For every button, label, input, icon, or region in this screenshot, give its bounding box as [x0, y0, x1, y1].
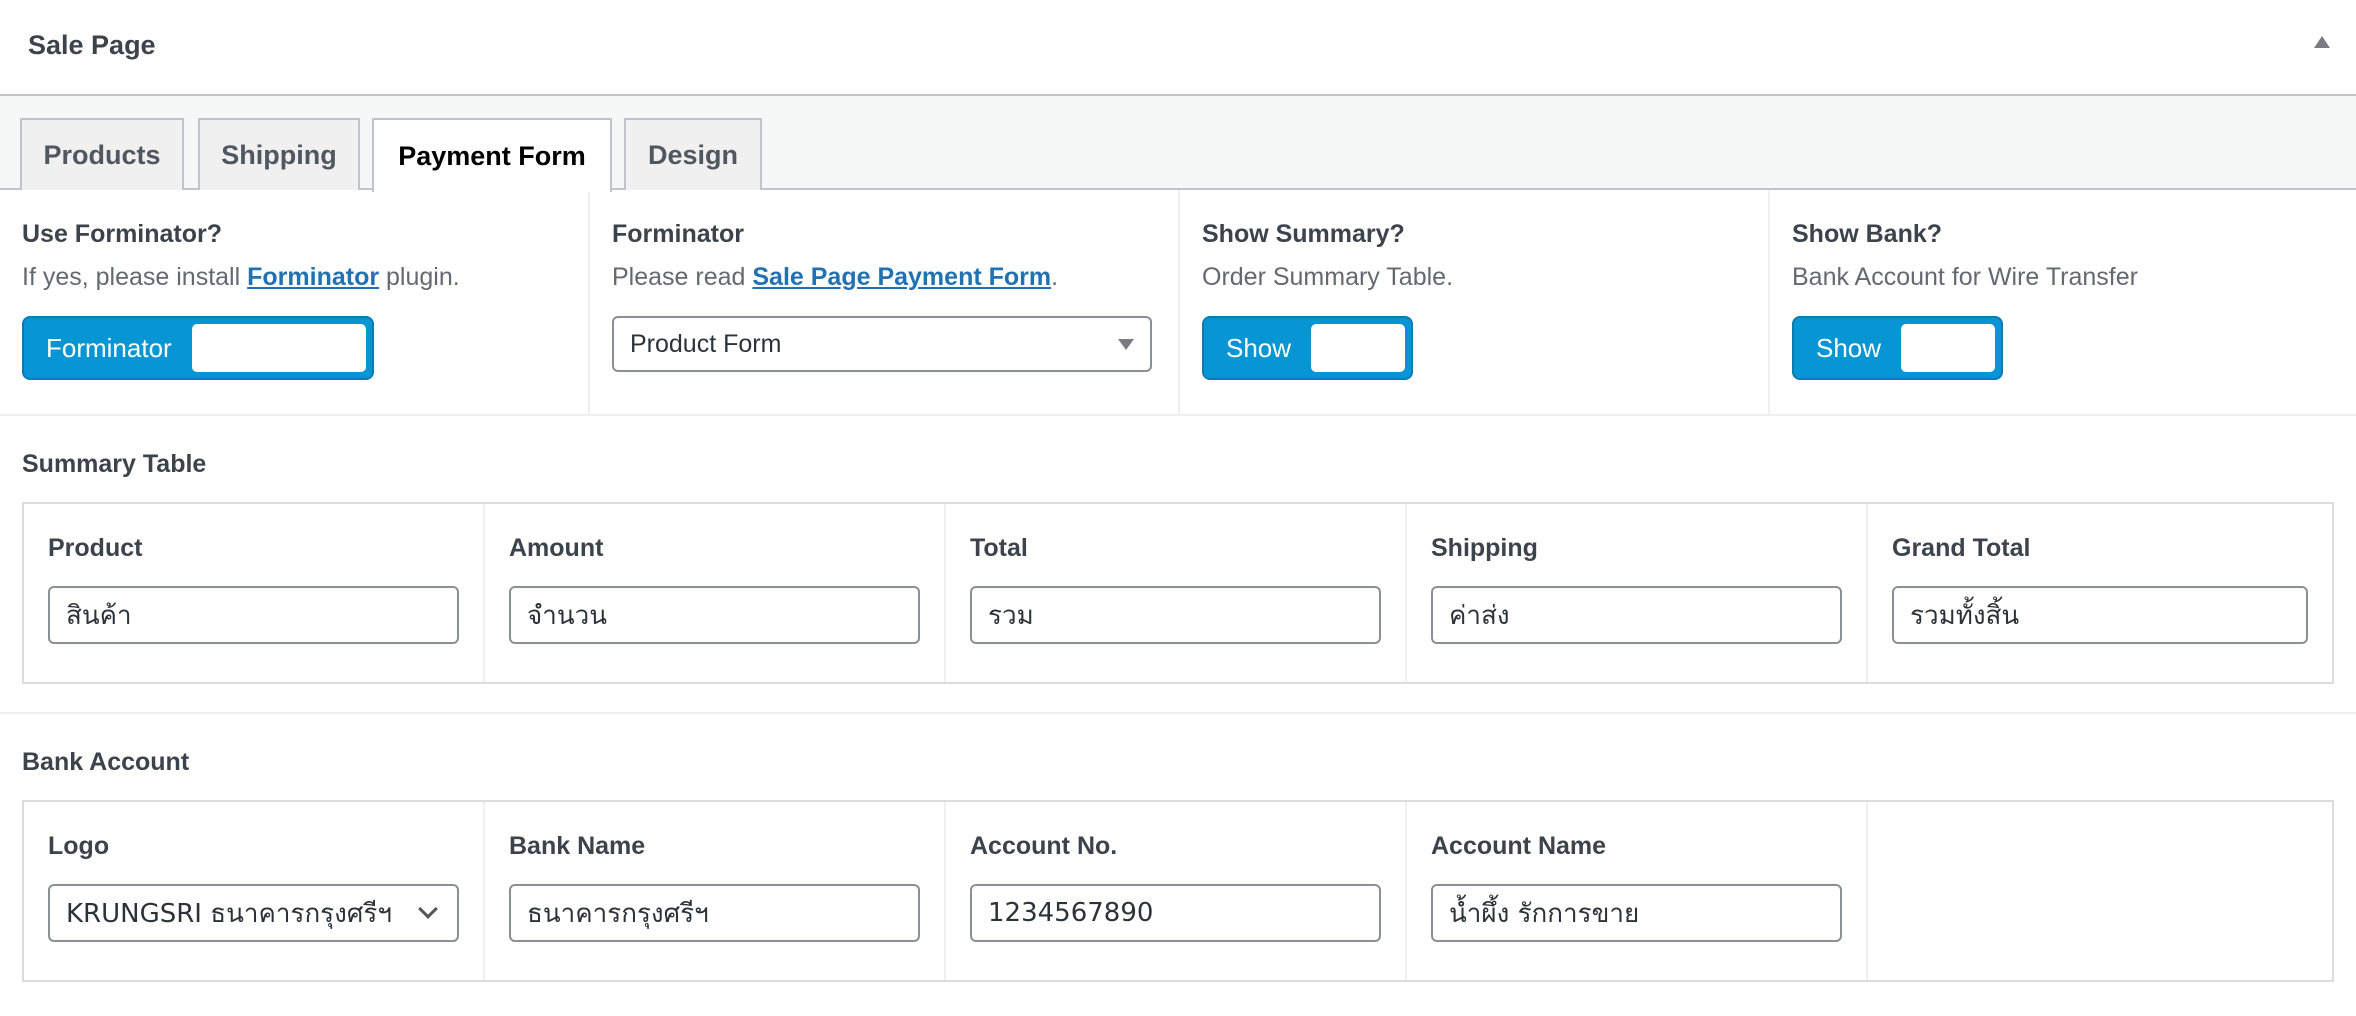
bank-field-account-name: Account Name น้ำผึ้ง รักการขาย: [1407, 802, 1868, 980]
show-bank-toggle[interactable]: Show: [1792, 316, 2004, 380]
summary-field-amount: Amount จำนวน: [485, 504, 946, 682]
total-label-input[interactable]: รวม: [970, 586, 1381, 644]
bank-logo-select[interactable]: KRUNGSRI ธนาคารกรุงศรีฯ: [48, 884, 459, 942]
caret-down-icon: [1118, 338, 1134, 350]
toggle-label: Show: [1816, 332, 1882, 363]
toggle-knob: [191, 324, 366, 372]
bank-field-logo: Logo KRUNGSRI ธนาคารกรุงศรีฯ: [24, 802, 485, 980]
summary-field-shipping: Shipping ค่าส่ง: [1407, 504, 1868, 682]
setting-label: Show Summary?: [1202, 220, 1405, 248]
field-label: Total: [970, 534, 1028, 562]
summary-field-total: Total รวม: [946, 504, 1407, 682]
desc-text: plugin.: [379, 263, 460, 291]
field-label: Account No.: [970, 832, 1118, 860]
tab-shipping[interactable]: Shipping: [198, 118, 360, 190]
grand-total-label-input[interactable]: รวมทั้งสิ้น: [1892, 586, 2308, 644]
desc-text: .: [1051, 263, 1059, 291]
field-label: Account Name: [1431, 832, 1607, 860]
summary-table-title: Summary Table: [22, 450, 207, 478]
summary-field-product: Product สินค้า: [24, 504, 485, 682]
metabox-header: Sale Page: [0, 0, 2356, 96]
toggle-knob: [1311, 324, 1406, 372]
metabox-title: Sale Page: [28, 30, 156, 60]
setting-forminator-form: Forminator Please read Sale Page Payment…: [590, 190, 1180, 414]
show-summary-toggle[interactable]: Show: [1202, 316, 1414, 380]
field-label: Shipping: [1431, 534, 1538, 562]
field-label: Product: [48, 534, 143, 562]
forminator-form-select[interactable]: Product Form: [612, 316, 1152, 372]
summary-table-grid: Product สินค้า Amount จำนวน Total รวม Sh…: [22, 502, 2334, 684]
section-divider: [0, 684, 2356, 714]
toggle-label: Forminator: [46, 332, 172, 363]
shipping-label-input[interactable]: ค่าส่ง: [1431, 586, 1842, 644]
bank-account-grid: Logo KRUNGSRI ธนาคารกรุงศรีฯ Bank Name ธ…: [22, 800, 2334, 982]
bank-field-account-no: Account No. 1234567890: [946, 802, 1407, 980]
setting-show-bank: Show Bank? Bank Account for Wire Transfe…: [1770, 190, 2356, 414]
desc-text: Please read: [612, 263, 753, 291]
bank-field-name: Bank Name ธนาคารกรุงศรีฯ: [485, 802, 946, 980]
chevron-down-icon: [418, 899, 438, 919]
field-label: Grand Total: [1892, 534, 2031, 562]
account-number-input[interactable]: 1234567890: [970, 884, 1381, 942]
triangle-up-icon[interactable]: [2314, 36, 2330, 48]
field-label: Logo: [48, 832, 110, 860]
tab-design[interactable]: Design: [624, 118, 762, 190]
forminator-link[interactable]: Forminator: [247, 263, 379, 291]
summary-field-grand-total: Grand Total รวมทั้งสิ้น: [1868, 504, 2332, 682]
setting-label: Use Forminator?: [22, 220, 223, 248]
field-label: Amount: [509, 534, 604, 562]
setting-use-forminator: Use Forminator? If yes, please install F…: [0, 190, 590, 414]
setting-description: If yes, please install Forminator plugin…: [22, 263, 566, 292]
setting-description: Bank Account for Wire Transfer: [1792, 263, 2138, 291]
select-value: Product Form: [630, 329, 782, 358]
desc-text: If yes, please install: [22, 263, 248, 291]
bank-account-title: Bank Account: [22, 748, 190, 776]
account-name-input[interactable]: น้ำผึ้ง รักการขาย: [1431, 884, 1842, 942]
select-value: KRUNGSRI ธนาคารกรุงศรีฯ: [66, 898, 392, 929]
bank-name-input[interactable]: ธนาคารกรุงศรีฯ: [509, 884, 920, 942]
toggle-label: Show: [1226, 332, 1292, 363]
bank-field-empty: [1868, 802, 2332, 980]
setting-label: Forminator: [612, 220, 744, 248]
setting-show-summary: Show Summary? Order Summary Table. Show: [1180, 190, 1770, 414]
tab-bar: Products Shipping Payment Form Design: [0, 96, 2356, 192]
field-label: Bank Name: [509, 832, 646, 860]
tab-products[interactable]: Products: [20, 118, 184, 190]
tab-payment-form[interactable]: Payment Form: [372, 118, 612, 192]
payment-settings-row: Use Forminator? If yes, please install F…: [0, 190, 2356, 416]
setting-label: Show Bank?: [1792, 220, 1943, 248]
setting-description: Order Summary Table.: [1202, 263, 1454, 291]
toggle-knob: [1901, 324, 1996, 372]
setting-description: Please read Sale Page Payment Form.: [612, 263, 1156, 292]
payment-form-doc-link[interactable]: Sale Page Payment Form: [752, 263, 1051, 291]
amount-label-input[interactable]: จำนวน: [509, 586, 920, 644]
forminator-toggle[interactable]: Forminator: [22, 316, 374, 380]
product-label-input[interactable]: สินค้า: [48, 586, 459, 644]
